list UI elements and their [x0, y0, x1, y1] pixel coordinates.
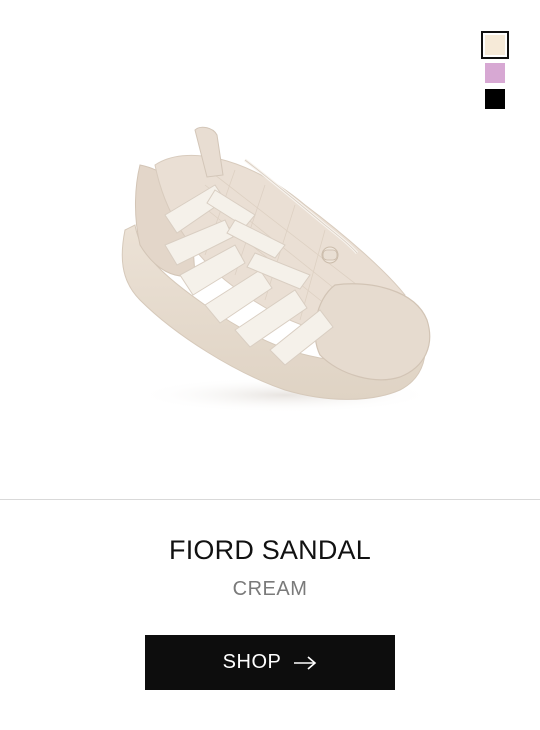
arrow-right-icon	[293, 655, 317, 670]
swatch-black[interactable]	[485, 89, 505, 109]
product-name: FIORD SANDAL	[169, 535, 371, 565]
divider	[0, 499, 540, 500]
product-card: FIORD SANDAL CREAM SHOP	[0, 0, 540, 730]
swatch-lavender[interactable]	[485, 63, 505, 83]
swatch-cream-fill	[485, 35, 505, 55]
product-image-area	[0, 0, 540, 500]
shop-button[interactable]: SHOP	[145, 635, 395, 690]
shop-button-label: SHOP	[222, 651, 282, 673]
product-color-name: CREAM	[232, 578, 308, 600]
product-image[interactable]	[95, 105, 445, 425]
color-swatches	[481, 31, 509, 115]
swatch-cream[interactable]	[481, 31, 509, 59]
